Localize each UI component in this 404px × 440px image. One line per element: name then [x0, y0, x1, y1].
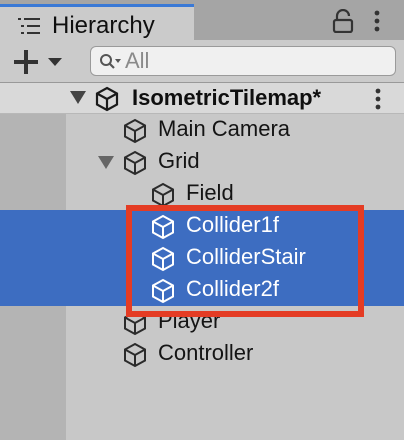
- add-object-button[interactable]: [14, 50, 66, 74]
- plus-icon: [14, 50, 62, 74]
- tree-item-grid[interactable]: Grid: [0, 146, 404, 178]
- tree-item-main-camera[interactable]: Main Camera: [0, 114, 404, 146]
- scene-options-icon[interactable]: [374, 88, 382, 110]
- lock-icon[interactable]: [332, 9, 354, 33]
- more-options-icon[interactable]: [373, 9, 381, 33]
- tree-item-label: Field: [186, 180, 234, 205]
- list-icon: [18, 18, 40, 34]
- scene-header[interactable]: IsometricTilemap*: [0, 83, 404, 114]
- tab-hierarchy[interactable]: Hierarchy: [0, 4, 194, 40]
- unity-scene-icon: [95, 86, 119, 112]
- annotation-highlight-box: [126, 205, 364, 317]
- gameobject-cube-icon: [124, 118, 146, 144]
- search-field[interactable]: [90, 46, 396, 76]
- hierarchy-toolbar: [0, 40, 404, 83]
- gameobject-cube-icon: [124, 150, 146, 176]
- search-input[interactable]: [125, 49, 385, 73]
- expand-arrow-icon[interactable]: [70, 91, 86, 105]
- tab-bar: Hierarchy: [0, 0, 404, 40]
- gameobject-cube-icon: [124, 342, 146, 368]
- expand-arrow-icon[interactable]: [98, 156, 114, 170]
- tree-item-label: Controller: [158, 340, 254, 365]
- scene-title: IsometricTilemap*: [132, 85, 322, 110]
- search-icon: [100, 54, 121, 69]
- tree-item-controller[interactable]: Controller: [0, 338, 404, 370]
- tree-item-label: Grid: [158, 148, 200, 173]
- tree-item-label: Main Camera: [158, 116, 291, 141]
- tab-title: Hierarchy: [52, 12, 155, 39]
